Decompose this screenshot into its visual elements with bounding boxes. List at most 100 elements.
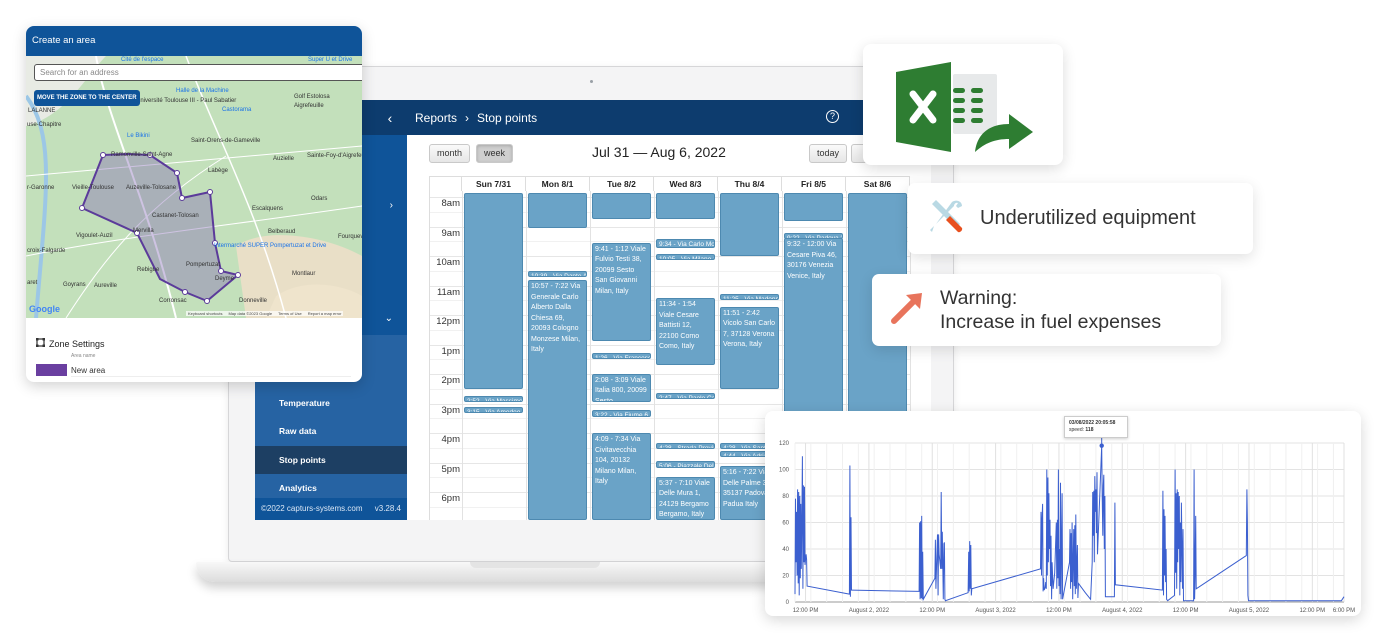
move-zone-to-center-button[interactable]: MOVE THE ZONE TO THE CENTER [34,90,140,106]
chevron-right-icon[interactable]: › [390,200,393,211]
zone-color-swatch[interactable] [36,364,67,376]
map-place-label: Halle de la Machine [176,88,229,94]
excel-export-card[interactable] [863,44,1063,165]
chevron-down-icon[interactable]: ⌄ [385,313,393,324]
zone-settings-title: Zone Settings [49,338,105,349]
month-view-button[interactable]: month [429,144,471,163]
calendar-event[interactable]: 10:57 - 7:22 Via Generale Carlo Alberto … [528,280,587,520]
day-header: Thu 8/4 [718,176,782,191]
x-tick-label: 12:00 PM [919,608,945,614]
sidebar-item-stop-points[interactable]: Stop points [255,446,407,474]
calendar-event[interactable]: 2:47 - Via Paolo Ca [656,393,715,399]
keyboard-shortcuts-link[interactable]: Keyboard shortcuts [188,311,222,316]
terms-link[interactable]: Terms of Use [278,311,302,316]
calendar-event[interactable] [592,193,651,220]
map-place-label: r-Garonne [27,185,55,191]
tooltip-label: speed: [1069,427,1085,433]
day-header: Sun 7/31 [462,176,526,191]
calendar-event[interactable]: 11:34 - 1:54 Viale Cesare Battisti 12, 2… [656,298,715,366]
map-place-label: Fourquevaux [338,234,362,240]
day-column-divider [718,191,719,520]
y-tick-label: 80 [782,494,789,500]
calendar-event[interactable] [656,193,715,220]
map-place-label: Vieille-Toulouse [72,185,114,191]
calendar-event[interactable]: 11:25 - Via Madonna [720,293,779,300]
day-column-divider [462,191,463,520]
map-footer: Keyboard shortcuts Map data ©2023 Google… [186,311,344,316]
hour-label: 2pm [441,375,460,386]
calendar-event[interactable]: 11:51 - 2:42 Vicolo San Carlo 7, 37128 V… [720,306,779,389]
hour-label: 1pm [441,345,460,357]
report-error-link[interactable]: Report a map error [308,311,342,316]
calendar-event[interactable]: 9:41 - 1:12 Viale Fulvio Testi 38, 20099… [592,242,651,342]
map-place-label: Vigoulet-Auzil [76,233,113,239]
breadcrumb: Reports › Stop points [415,111,537,125]
map-place-label: Le Bikini [127,133,150,139]
calendar-event[interactable]: 2:08 - 3:09 Viale Italia 800, 20099 Sest… [592,373,651,402]
map-place-label: Aureville [94,283,118,289]
calendar-event[interactable]: 3:15 - Via Amedeo I [464,406,523,413]
tools-icon [926,196,966,242]
calendar-event[interactable]: 4:09 - 7:34 Via Civitavecchia 104, 20132… [592,433,651,520]
notification-text: Underutilized equipment [980,207,1196,229]
laptop-notch [470,562,600,568]
calendar-event[interactable] [464,193,523,389]
calendar-event[interactable]: 1:26 - Via Francesco [592,353,651,360]
y-tick-label: 40 [782,547,789,553]
sidebar-item-temperature[interactable]: Temperature [255,389,407,417]
breadcrumb-reports[interactable]: Reports [415,111,457,125]
google-logo: Google [29,304,60,314]
week-view-button[interactable]: week [476,144,514,163]
calendar-event[interactable]: 10:39 - Via Dante Al [528,271,587,278]
today-button[interactable]: today [809,144,848,163]
breadcrumb-separator-icon: › [465,110,470,125]
map-place-label: Labège [208,168,229,174]
copyright-text: ©2022 capturs-systems.com [261,504,363,513]
create-area-title: Create an area [26,26,362,56]
sidebar-item-raw-data[interactable]: Raw data [255,417,407,445]
create-area-panel: Create an area Cité de l'espace Super U e… [26,26,362,382]
map-place-label: Université Toulouse III - Paul Sabatier [136,98,237,104]
map-place-label: Castorama [222,107,252,113]
y-tick-label: 100 [779,468,790,474]
breadcrumb-stop-points: Stop points [477,110,538,125]
help-icon[interactable]: ? [826,110,839,123]
calendar-event[interactable]: 4:28 - Strada Provin [656,442,715,450]
map-place-label: Donneville [239,298,268,304]
back-icon[interactable]: ‹ [375,110,405,126]
map-view[interactable]: Cité de l'espace Super U et Drive Halle de… [26,56,362,318]
calendar-event[interactable]: 10:05 - Via Milano 1 [656,254,715,261]
tooltip-value: 118 [1085,427,1094,433]
map-place-label: Aigrefeuille [294,103,324,109]
x-tick-label: 12:00 PM [1173,608,1199,614]
calendar-event[interactable]: 5:06 - Piazzale Dell [656,461,715,468]
calendar-event[interactable]: 2:52 - Via Massimo [464,395,523,402]
map-place-label: Odars [311,196,328,202]
calendar-event[interactable]: 9:34 - Via Carlo Mo [656,239,715,248]
map-place-label: LALANNE [28,108,56,114]
speed-series-line [794,445,1345,602]
calendar-event[interactable]: 5:37 - 7:10 Viale Delle Mura 1, 24129 Be… [656,476,715,520]
calendar-event[interactable]: 3:22 - Via Fiume 6, 2 [592,410,651,417]
day-header: Sat 8/6 [846,176,910,191]
speed-chart[interactable]: 0 20 40 60 80 100 120 12:00 PM August 2, 2022 12:… [765,411,1361,616]
hour-label: 4pm [441,434,460,445]
calendar-title: Jul 31 — Aug 6, 2022 [592,144,726,160]
day-column-divider [654,191,655,520]
x-tick-label: 12:00 PM [1299,608,1325,614]
hour-label: 8am [441,198,460,209]
map-place-label: Rebigue [137,267,160,273]
calendar-event[interactable] [720,193,779,256]
notification-underutilized-equipment[interactable]: Underutilized equipment [908,183,1253,254]
hour-label: 6pm [441,493,460,504]
calendar-event[interactable] [784,193,843,221]
map-place-label: Sainte-Foy-d'Aigrefeuille [307,153,362,159]
highlighted-point[interactable] [1099,443,1104,448]
notification-fuel-warning[interactable]: Warning: Increase in fuel expenses [872,274,1221,346]
warning-title: Warning: [940,287,1018,309]
map-place-label: Super U et Drive [308,57,353,63]
sidebar-footer: ©2022 capturs-systems.com v3.28.4 [255,498,407,520]
address-search-input[interactable]: Search for an address [34,64,362,81]
area-name-input[interactable]: New area [71,364,351,377]
calendar-event[interactable] [528,193,587,228]
